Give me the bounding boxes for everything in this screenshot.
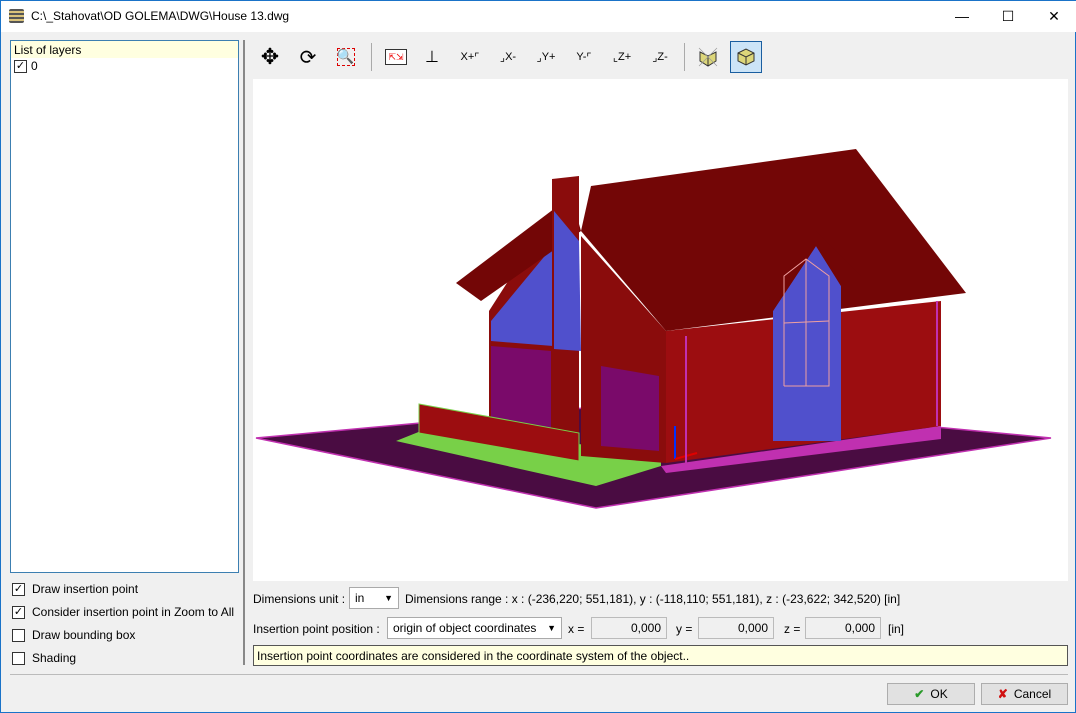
checkbox[interactable]: ✓: [12, 605, 25, 619]
zoom-all-tool-icon[interactable]: ⇱⇲: [380, 41, 412, 73]
chevron-down-icon: ▼: [547, 623, 556, 633]
view-label: Y-: [576, 51, 587, 63]
pan-tool-icon[interactable]: ✥: [254, 41, 286, 73]
y-label: y =: [676, 622, 693, 636]
option-label: Shading: [32, 651, 77, 665]
layer-list[interactable]: List of layers ✓ 0: [10, 40, 239, 573]
maximize-button[interactable]: ☐: [985, 1, 1031, 32]
view-z-plus-icon[interactable]: ⌞ Z+: [606, 41, 638, 73]
view-y-minus-icon[interactable]: Y- ⌜: [568, 41, 600, 73]
layer-checkbox[interactable]: ✓: [14, 59, 27, 73]
insertion-point-label: Insertion point position :: [253, 622, 380, 636]
dimensions-range: Dimensions range : x : (-236,220; 551,18…: [405, 592, 901, 606]
panel-splitter[interactable]: [243, 40, 245, 665]
draw-bounding-box-option[interactable]: Draw bounding box: [12, 626, 135, 644]
x-icon: ✘: [997, 687, 1008, 701]
close-button[interactable]: ✕: [1031, 1, 1076, 32]
view-label: Y+: [541, 51, 556, 63]
dimensions-unit-label: Dimensions unit :: [253, 592, 346, 606]
hint-text: Insertion point coordinates are consider…: [253, 645, 1068, 666]
ok-label: OK: [930, 687, 948, 701]
divider: [10, 674, 1068, 675]
view-label: X-: [505, 51, 517, 63]
toolbar-separator: [371, 43, 372, 71]
view-label: X+: [460, 51, 475, 63]
house-model: [255, 149, 1052, 509]
dimensions-unit-select[interactable]: in ▼: [349, 587, 399, 609]
z-label: z =: [784, 622, 801, 636]
cancel-button[interactable]: ✘ Cancel: [981, 683, 1068, 705]
view-z-minus-icon[interactable]: ⌟ Z-: [644, 41, 676, 73]
view-x-plus-icon[interactable]: X+ ⌜: [454, 41, 486, 73]
layer-name: 0: [31, 59, 38, 73]
title-bar: C:\_Stahovat\OD GOLEMA\DWG\House 13.dwg …: [1, 1, 1076, 32]
view-y-plus-icon[interactable]: ⌟ Y+: [530, 41, 562, 73]
option-label: Draw bounding box: [32, 628, 136, 642]
x-field[interactable]: 0,000: [591, 617, 667, 639]
axonometric-view-icon[interactable]: ⊥: [416, 41, 448, 73]
check-icon: ✔: [914, 687, 925, 701]
option-label: Consider insertion point in Zoom to All: [32, 605, 235, 619]
insertion-mode-value: origin of object coordinates: [393, 621, 537, 635]
toolbar-separator: [684, 43, 685, 71]
unit-label: [in]: [888, 622, 905, 636]
z-field[interactable]: 0,000: [805, 617, 881, 639]
solid-view-icon[interactable]: [730, 41, 762, 73]
consider-insertion-point-option[interactable]: ✓ Consider insertion point in Zoom to All: [12, 603, 234, 621]
unit-value: in: [355, 591, 365, 605]
window-title: C:\_Stahovat\OD GOLEMA\DWG\House 13.dwg: [31, 9, 290, 23]
wireframe-view-icon[interactable]: [692, 41, 724, 73]
door-right: [601, 366, 659, 451]
rotate-tool-icon[interactable]: ⟳: [292, 41, 324, 73]
cancel-label: Cancel: [1013, 687, 1052, 701]
layer-list-header: List of layers: [11, 41, 238, 58]
shading-option[interactable]: Shading: [12, 649, 76, 667]
view-x-minus-icon[interactable]: ⌟ X-: [492, 41, 524, 73]
y-field[interactable]: 0,000: [698, 617, 774, 639]
option-label: Draw insertion point: [32, 582, 139, 596]
view-label: Z-: [657, 51, 668, 63]
view-label: Z+: [618, 51, 632, 63]
checkbox[interactable]: [12, 651, 25, 665]
checkbox[interactable]: [12, 628, 25, 642]
minimize-button[interactable]: —: [939, 1, 985, 32]
layer-item[interactable]: ✓ 0: [11, 58, 238, 74]
x-label: x =: [568, 622, 585, 636]
insertion-point-select[interactable]: origin of object coordinates ▼: [387, 617, 562, 639]
chevron-down-icon: ▼: [384, 593, 393, 603]
checkbox[interactable]: ✓: [12, 582, 25, 596]
3d-viewport[interactable]: [253, 79, 1068, 581]
ok-button[interactable]: ✔ OK: [887, 683, 975, 705]
draw-insertion-point-option[interactable]: ✓ Draw insertion point: [12, 580, 138, 598]
layers-stack-icon: [9, 9, 24, 23]
zoom-window-tool-icon[interactable]: 🔍: [330, 41, 362, 73]
